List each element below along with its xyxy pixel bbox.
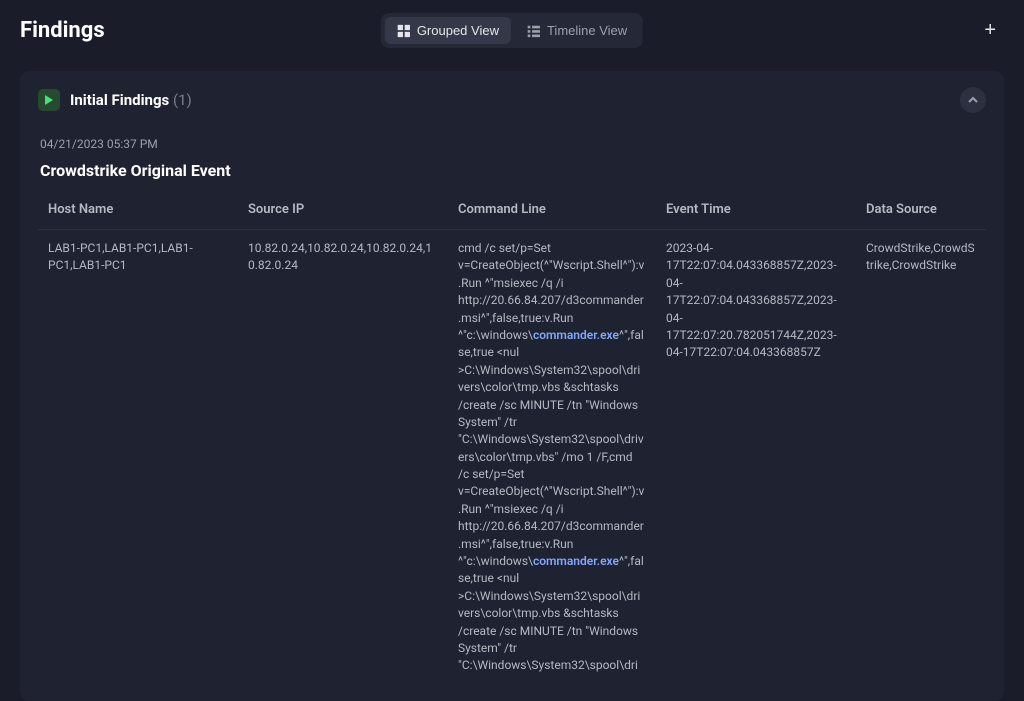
section-header: Initial Findings (1) (38, 87, 986, 113)
view-toggle: Grouped View Timeline View (381, 13, 643, 48)
cell-command-line: cmd /c set/p=Set v=CreateObject(^"Wscrip… (448, 230, 656, 685)
timeline-view-label: Timeline View (547, 23, 627, 38)
table-header-row: Host Name Source IP Command Line Event T… (38, 194, 986, 230)
add-button[interactable]: + (976, 15, 1004, 46)
cell-event-time: 2023-04-17T22:07:04.043368857Z,2023-04-1… (656, 230, 856, 685)
col-header-command-line[interactable]: Command Line (448, 194, 656, 230)
list-icon (527, 24, 541, 38)
chevron-up-icon (967, 94, 979, 106)
collapse-button[interactable] (960, 87, 986, 113)
col-header-host[interactable]: Host Name (38, 194, 238, 230)
grouped-view-tab[interactable]: Grouped View (385, 17, 511, 44)
highlight-commander: commander.exe (533, 328, 619, 342)
table-row: LAB1-PC1,LAB1-PC1,LAB1-PC1,LAB1-PC1 10.8… (38, 230, 986, 685)
header-row: Findings Grouped View Timeline View + (20, 18, 1004, 43)
col-header-source-ip[interactable]: Source IP (238, 194, 448, 230)
cell-data-source: CrowdStrike,CrowdStrike,CrowdStrike (856, 230, 986, 685)
col-header-data-source[interactable]: Data Source (856, 194, 986, 230)
findings-section: Initial Findings (1) 04/21/2023 05:37 PM… (20, 71, 1004, 701)
grouped-view-label: Grouped View (417, 23, 499, 38)
section-title: Initial Findings (1) (70, 91, 192, 109)
cell-source-ip: 10.82.0.24,10.82.0.24,10.82.0.24,10.82.0… (238, 230, 448, 685)
plus-icon: + (984, 19, 996, 41)
play-icon (44, 95, 54, 105)
findings-table: Host Name Source IP Command Line Event T… (38, 194, 986, 685)
section-header-left: Initial Findings (1) (38, 89, 192, 111)
highlight-commander: commander.exe (533, 554, 619, 568)
timeline-view-tab[interactable]: Timeline View (515, 17, 639, 44)
event-title: Crowdstrike Original Event (40, 161, 986, 180)
section-title-text: Initial Findings (70, 91, 169, 109)
col-header-event-time[interactable]: Event Time (656, 194, 856, 230)
play-badge (38, 89, 60, 111)
section-timestamp: 04/21/2023 05:37 PM (40, 137, 986, 151)
page-title: Findings (20, 18, 105, 43)
cell-host: LAB1-PC1,LAB1-PC1,LAB1-PC1,LAB1-PC1 (38, 230, 238, 685)
grid-icon (397, 24, 411, 38)
section-count: (1) (173, 91, 192, 109)
